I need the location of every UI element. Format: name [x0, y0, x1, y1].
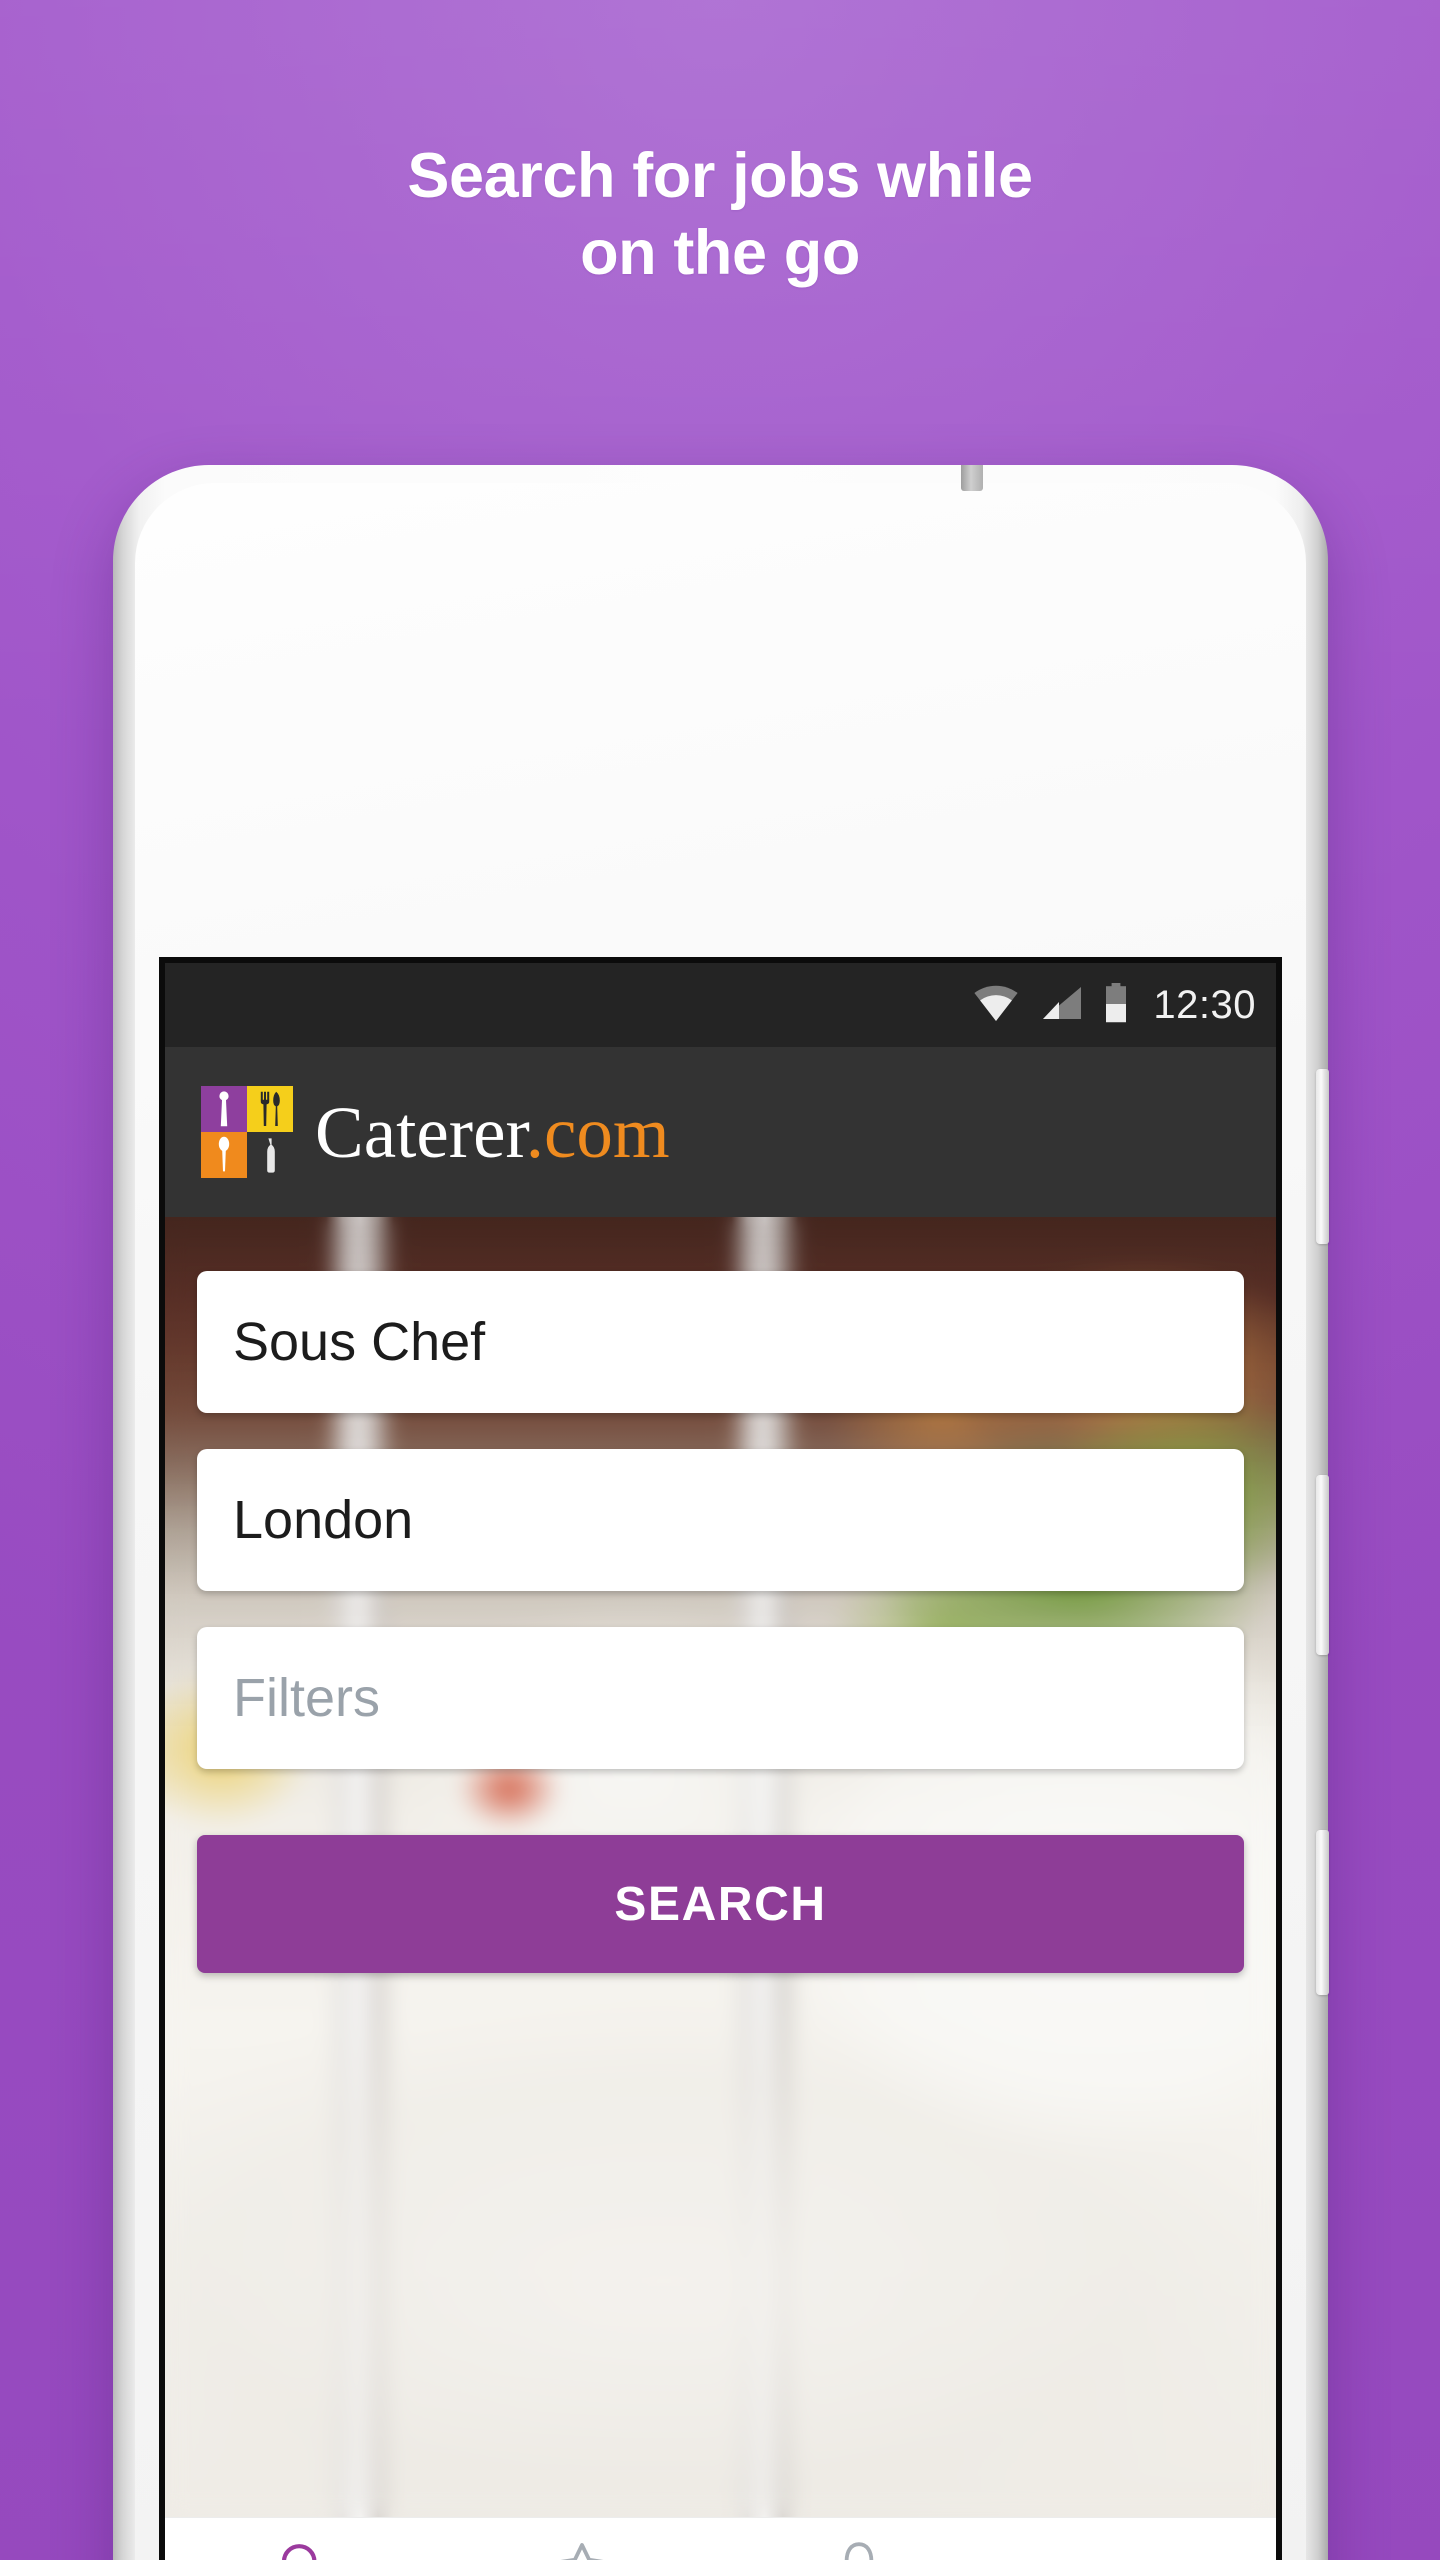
power-button[interactable]: [1316, 1475, 1329, 1655]
bottom-navigation-bar: Search Saved Jobs Job Alerts: [165, 2517, 1276, 2560]
search-icon: [274, 2536, 334, 2560]
screen-content: 12:30 Caterer.com Sous Chef London Filte…: [165, 963, 1276, 2560]
nav-item-search[interactable]: Search: [165, 2536, 443, 2560]
headline-line-1: Search for jobs while: [407, 141, 1033, 211]
chef-hat-glyph: [201, 1086, 247, 1132]
logo-tile-purple: [201, 1086, 247, 1132]
spoon-glyph: [201, 1132, 247, 1178]
promo-headline: Search for jobs while on the go: [0, 138, 1440, 292]
battery-icon: [1103, 982, 1129, 1028]
search-button[interactable]: SEARCH: [197, 1835, 1244, 1973]
caterer-logo-icon: [201, 1086, 293, 1178]
caterer-wordmark: Caterer.com: [315, 1096, 670, 1169]
nav-item-saved-jobs[interactable]: Saved Jobs: [443, 2536, 721, 2560]
fork-knife-glyph: [247, 1086, 293, 1132]
side-button[interactable]: [1316, 1830, 1329, 1995]
hero-photo-area: Sous Chef London Filters SEARCH: [165, 1217, 1276, 2517]
volume-rocker-button[interactable]: [1316, 1069, 1329, 1244]
bell-icon: [829, 2536, 889, 2560]
logo-tile-orange: [201, 1132, 247, 1178]
ellipsis-icon: [1107, 2536, 1167, 2560]
status-bar-clock: 12:30: [1153, 982, 1256, 1027]
nav-item-more[interactable]: More: [998, 2536, 1276, 2560]
wifi-icon: [973, 985, 1019, 1026]
cellular-signal-icon: [1039, 985, 1083, 1026]
bottle-glyph: [247, 1132, 293, 1178]
logo-tile-yellow: [247, 1086, 293, 1132]
phone-screen: 12:30 Caterer.com Sous Chef London Filte…: [159, 957, 1282, 2560]
headline-line-2: on the go: [580, 217, 860, 288]
logo-text-suffix: .com: [525, 1091, 670, 1173]
job-search-form: Sous Chef London Filters SEARCH: [165, 1271, 1276, 1973]
filters-input[interactable]: Filters: [197, 1627, 1244, 1769]
phone-mockup: 12:30 Caterer.com Sous Chef London Filte…: [113, 465, 1329, 2560]
keyword-input[interactable]: Sous Chef: [197, 1271, 1244, 1413]
location-input[interactable]: London: [197, 1449, 1244, 1591]
status-bar: 12:30: [165, 963, 1276, 1047]
logo-text-primary: Caterer: [315, 1091, 526, 1173]
app-header: Caterer.com: [165, 1047, 1276, 1217]
top-edge-notch: [961, 465, 983, 491]
logo-tile-dark: [247, 1132, 293, 1178]
star-icon: [552, 2536, 612, 2560]
nav-item-job-alerts[interactable]: Job Alerts: [721, 2536, 999, 2560]
